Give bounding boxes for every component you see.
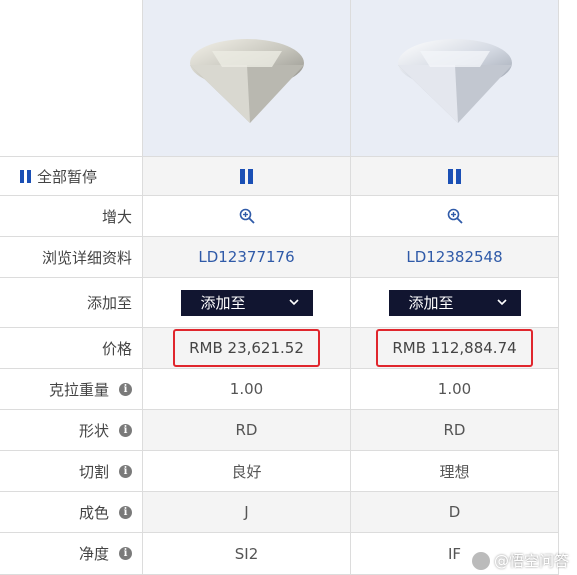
price-label: 价格 (101, 339, 132, 358)
add-to-label: 添加至 (86, 294, 132, 312)
pause-all-label: 全部暂停 (37, 167, 98, 186)
info-icon[interactable]: i (119, 505, 132, 519)
diamond-1-icon (189, 39, 304, 123)
pause-icon (240, 168, 253, 184)
diamond-image-1[interactable] (142, 0, 350, 156)
cut-cell-1: 良好 (142, 451, 350, 491)
carat-value-2: 1.00 (437, 380, 472, 398)
price-row: 价格 RMB 23,621.52 RMB 112,884.74 (0, 328, 559, 369)
add-to-dropdown-2[interactable]: 添加至 (388, 289, 521, 316)
shape-value-1: RD (235, 421, 258, 439)
shape-row: 形状 i RD RD (0, 410, 559, 451)
add-to-row: 添加至 添加至 添加至 (0, 278, 559, 328)
diamond-2-icon (397, 39, 512, 123)
add-to-button-label: 添加至 (408, 294, 454, 312)
pause-all-button[interactable]: 全部暂停 (0, 157, 142, 195)
pause-icon (20, 169, 31, 183)
details-cell-1: LD12377176 (142, 237, 350, 277)
info-icon[interactable]: i (119, 464, 132, 478)
details-cell-2: LD12382548 (350, 237, 559, 277)
carat-label: 克拉重量 (48, 380, 109, 399)
image-row (0, 0, 559, 156)
add-to-cell-2: 添加至 (350, 278, 559, 327)
cut-value-2: 理想 (439, 462, 470, 481)
shape-label: 形状 (78, 421, 109, 440)
price-value-1: RMB 23,621.52 (173, 329, 320, 367)
watermark-text: @悟空问答 (493, 552, 569, 570)
zoom-button-2[interactable] (350, 196, 559, 236)
clarity-cell-1: SI2 (142, 533, 350, 574)
color-label-cell: 成色 i (0, 492, 142, 532)
shape-cell-2: RD (350, 410, 559, 450)
chevron-down-icon (496, 299, 507, 306)
pause-icon (448, 168, 461, 184)
clarity-label-cell: 净度 i (0, 533, 142, 574)
shape-label-cell: 形状 i (0, 410, 142, 450)
cut-cell-2: 理想 (350, 451, 559, 491)
cut-label-cell: 切割 i (0, 451, 142, 491)
add-to-dropdown-1[interactable]: 添加至 (180, 289, 313, 316)
color-cell-2: D (350, 492, 559, 532)
zoom-button-1[interactable] (142, 196, 350, 236)
carat-cell-2: 1.00 (350, 369, 559, 409)
diamond-id-link-2[interactable]: LD12382548 (406, 248, 502, 266)
chevron-down-icon (288, 299, 299, 306)
clarity-label: 净度 (78, 545, 109, 563)
carat-cell-1: 1.00 (142, 369, 350, 409)
color-cell-1: J (142, 492, 350, 532)
diamond-image-2[interactable] (350, 0, 559, 156)
color-row: 成色 i J D (0, 492, 559, 533)
carat-label-cell: 克拉重量 i (0, 369, 142, 409)
info-icon[interactable]: i (119, 547, 132, 560)
clarity-value-1: SI2 (234, 544, 259, 563)
shape-value-2: RD (443, 421, 466, 439)
pause-button-2[interactable] (350, 157, 559, 195)
cut-row: 切割 i 良好 理想 (0, 451, 559, 492)
color-value-1: J (244, 503, 249, 521)
diamond-id-link-1[interactable]: LD12377176 (198, 248, 294, 266)
details-label: 浏览详细资料 (41, 248, 132, 267)
clarity-value-2: IF (447, 544, 462, 563)
watermark: @悟空问答 (471, 550, 569, 571)
cut-label: 切割 (78, 462, 109, 481)
color-value-2: D (448, 503, 461, 521)
price-value-2: RMB 112,884.74 (376, 329, 533, 367)
zoom-in-icon (447, 208, 463, 224)
pause-row: 全部暂停 (0, 156, 559, 196)
enlarge-label: 增大 (101, 207, 132, 226)
info-icon[interactable]: i (119, 382, 132, 396)
info-icon[interactable]: i (119, 423, 132, 437)
enlarge-row: 增大 (0, 196, 559, 237)
carat-value-1: 1.00 (229, 380, 264, 398)
color-label: 成色 (78, 503, 109, 522)
details-row: 浏览详细资料 LD12377176 LD12382548 (0, 237, 559, 278)
add-to-button-label: 添加至 (200, 294, 246, 312)
zoom-in-icon (239, 208, 255, 224)
add-to-cell-1: 添加至 (142, 278, 350, 327)
pause-button-1[interactable] (142, 157, 350, 195)
wukong-logo-icon (471, 551, 490, 570)
carat-row: 克拉重量 i 1.00 1.00 (0, 369, 559, 410)
price-cell-2: RMB 112,884.74 (350, 328, 559, 368)
shape-cell-1: RD (142, 410, 350, 450)
price-cell-1: RMB 23,621.52 (142, 328, 350, 368)
cut-value-1: 良好 (231, 462, 262, 481)
